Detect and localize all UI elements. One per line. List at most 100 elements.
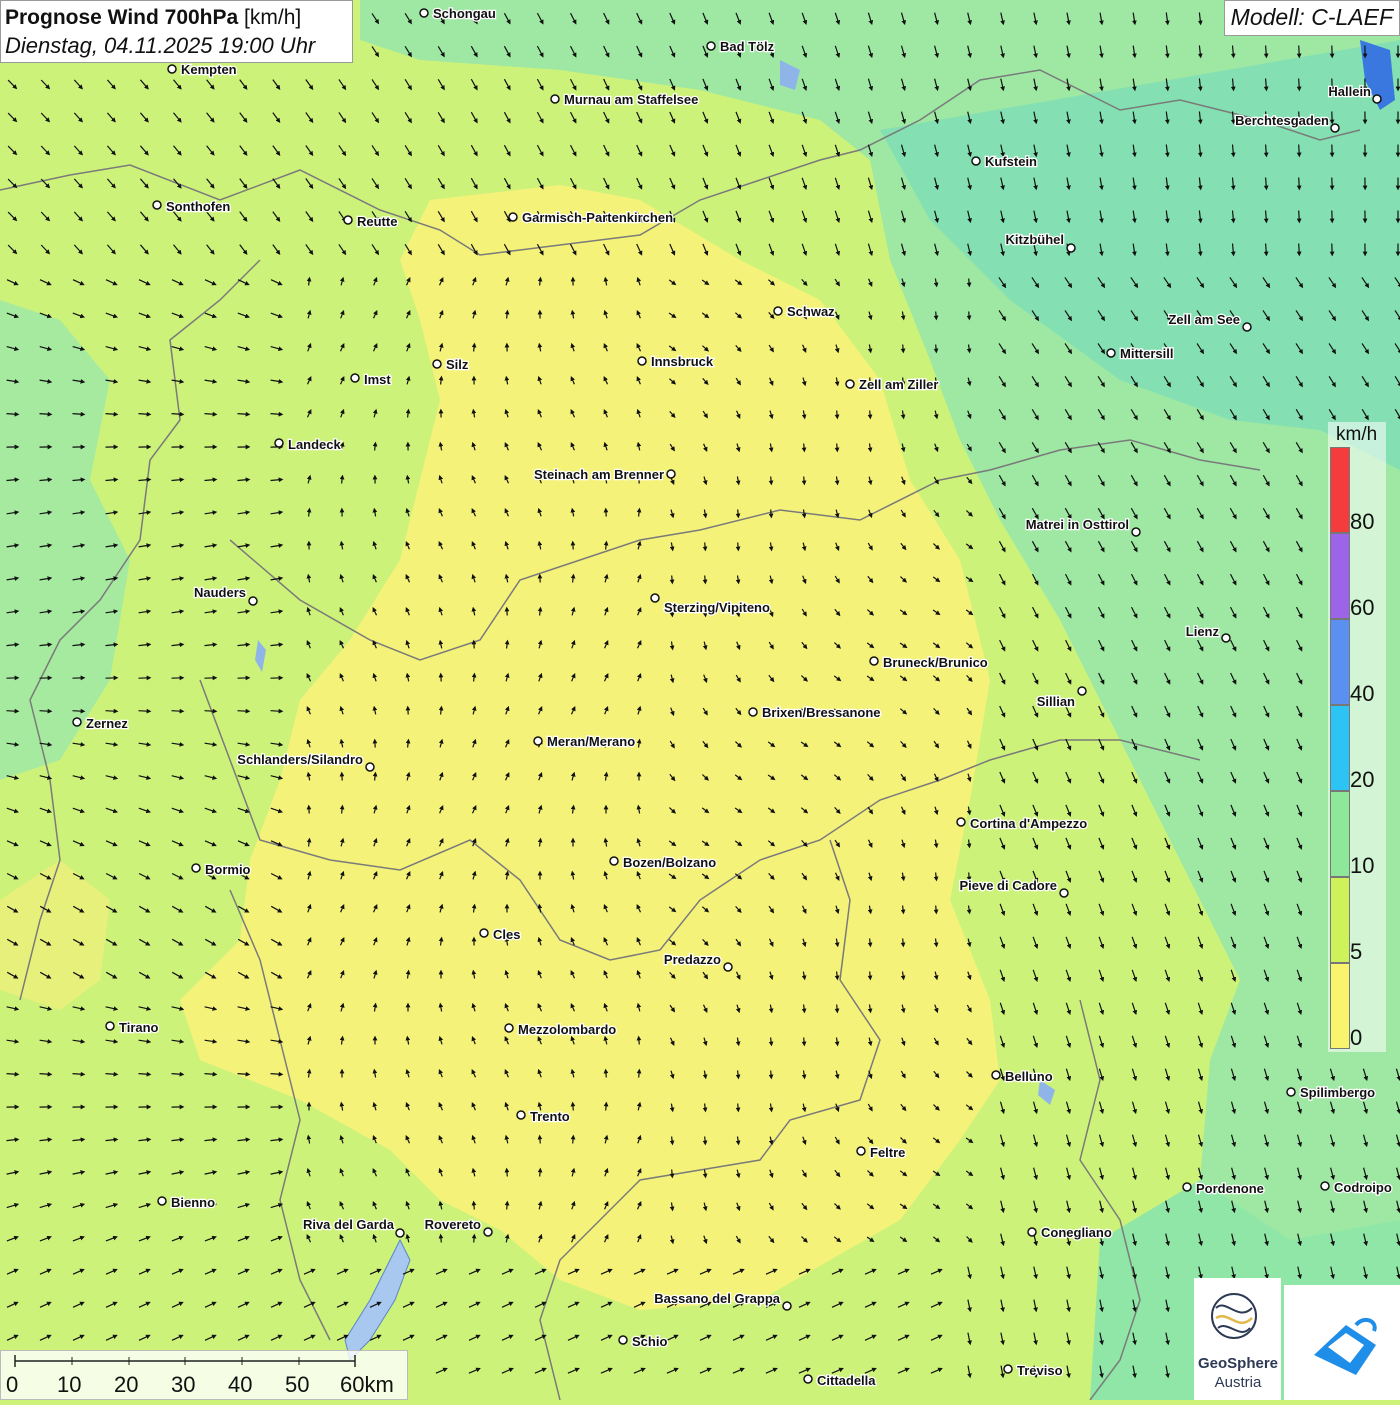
city-label: Hallein xyxy=(1328,84,1371,99)
city-murnau-am-staffelsee: Murnau am Staffelsee xyxy=(551,92,698,107)
city-dot-icon xyxy=(505,1024,513,1032)
wind-arrow xyxy=(936,906,937,913)
wind-arrow xyxy=(540,1137,541,1144)
wind-arrow xyxy=(804,477,805,484)
city-label: Kufstein xyxy=(985,154,1037,169)
city-label: Spilimbergo xyxy=(1300,1085,1375,1100)
city-label: Imst xyxy=(364,372,391,387)
wind-arrow xyxy=(474,675,475,682)
city-label: Brixen/Bressanone xyxy=(762,705,881,720)
wind-arrow xyxy=(837,972,838,979)
wind-arrow xyxy=(705,1137,706,1144)
wind-map: SchongauBad TölzKemptenMurnau am Staffel… xyxy=(0,0,1400,1400)
city-cortina-d-ampezzo: Cortina d'Ampezzo xyxy=(957,816,1087,831)
city-dot-icon xyxy=(249,597,257,605)
city-dot-icon xyxy=(1028,1228,1036,1236)
legend-swatch-10 xyxy=(1330,791,1350,877)
city-label: Belluno xyxy=(1005,1069,1053,1084)
city-label: Innsbruck xyxy=(651,354,714,369)
city-label: Berchtesgaden xyxy=(1235,113,1329,128)
city-dot-icon xyxy=(1078,687,1086,695)
city-label: Schwaz xyxy=(787,304,835,319)
wind-arrow xyxy=(172,414,183,415)
city-dot-icon xyxy=(870,657,878,665)
wind-arrow xyxy=(639,1038,640,1045)
wind-arrow xyxy=(540,279,541,286)
wind-arrow xyxy=(172,711,183,712)
city-dot-icon xyxy=(153,201,161,209)
city-dot-icon xyxy=(724,963,732,971)
wind-arrow xyxy=(771,510,772,517)
city-dot-icon xyxy=(846,380,854,388)
wind-arrow xyxy=(40,711,51,712)
city-label: Zernez xyxy=(86,716,128,731)
wind-arrow xyxy=(672,1170,673,1177)
city-label: Feltre xyxy=(870,1145,905,1160)
wind-arrow xyxy=(238,711,249,712)
scale-label: 10 xyxy=(57,1372,81,1398)
city-steinach-am-brenner: Steinach am Brenner xyxy=(534,467,675,482)
city-label: Rovereto xyxy=(425,1217,481,1232)
wind-arrow xyxy=(309,510,310,517)
city-label: Murnau am Staffelsee xyxy=(564,92,698,107)
city-dot-icon xyxy=(1243,323,1251,331)
legend-label-20: 20 xyxy=(1350,767,1374,793)
city-dot-icon xyxy=(774,307,782,315)
city-label: Bormio xyxy=(205,862,251,877)
wind-arrow xyxy=(342,807,343,814)
wind-arrow xyxy=(540,609,541,616)
legend-swatch-20 xyxy=(1330,705,1350,791)
wind-arrow xyxy=(40,414,51,415)
scale-label: 60km xyxy=(340,1372,394,1398)
legend-label-80: 80 xyxy=(1350,509,1374,535)
city-dot-icon xyxy=(517,1111,525,1119)
city-label: Meran/Merano xyxy=(547,734,635,749)
scale-label: 0 xyxy=(6,1372,18,1398)
wind-arrow xyxy=(1299,211,1300,222)
wind-arrow xyxy=(606,1071,607,1078)
wind-arrow xyxy=(870,411,871,418)
city-dot-icon xyxy=(484,1228,492,1236)
city-label: Matrei in Osttirol xyxy=(1026,517,1129,532)
wind-arrow xyxy=(672,1137,673,1144)
city-label: Trento xyxy=(530,1109,570,1124)
scale-label: 20 xyxy=(114,1372,138,1398)
wind-arrow xyxy=(903,345,904,352)
city-dot-icon xyxy=(749,708,757,716)
geosphere-subname: Austria xyxy=(1196,1374,1280,1391)
city-dot-icon xyxy=(534,737,542,745)
wind-arrow xyxy=(969,312,970,319)
wind-arrow xyxy=(205,711,216,712)
city-dot-icon xyxy=(275,439,283,447)
wind-arrow xyxy=(672,576,673,583)
city-label: Bruneck/Brunico xyxy=(883,655,988,670)
city-label: Zell am Ziller xyxy=(859,377,938,392)
wind-arrow xyxy=(106,711,117,712)
city-conegliano: Conegliano xyxy=(1028,1225,1112,1240)
wind-arrow xyxy=(172,1074,183,1075)
city-dot-icon xyxy=(1132,528,1140,536)
city-dot-icon xyxy=(651,594,659,602)
legend-swatch-40 xyxy=(1330,619,1350,705)
wind-arrow xyxy=(441,708,442,715)
wind-arrow xyxy=(106,1074,117,1075)
legend-unit: km/h xyxy=(1336,424,1377,446)
wind-arrow xyxy=(73,414,84,415)
city-dot-icon xyxy=(783,1302,791,1310)
wind-arrow xyxy=(804,444,805,451)
city-dot-icon xyxy=(972,157,980,165)
wind-arrow xyxy=(639,1071,640,1078)
wind-arrow xyxy=(705,1104,706,1111)
wind-arrow xyxy=(507,642,508,649)
wind-arrow xyxy=(139,711,150,712)
legend-label-0: 0 xyxy=(1350,1025,1362,1051)
city-label: Tirano xyxy=(119,1020,159,1035)
wind-arrow xyxy=(309,279,310,286)
wind-arrow xyxy=(238,1074,249,1075)
city-dot-icon xyxy=(420,9,428,17)
wind-arrow xyxy=(7,414,18,415)
city-label: Predazzo xyxy=(664,952,721,967)
wind-arrow xyxy=(73,1074,84,1075)
wind-arrow xyxy=(1266,211,1267,222)
legend-swatch-60 xyxy=(1330,533,1350,619)
